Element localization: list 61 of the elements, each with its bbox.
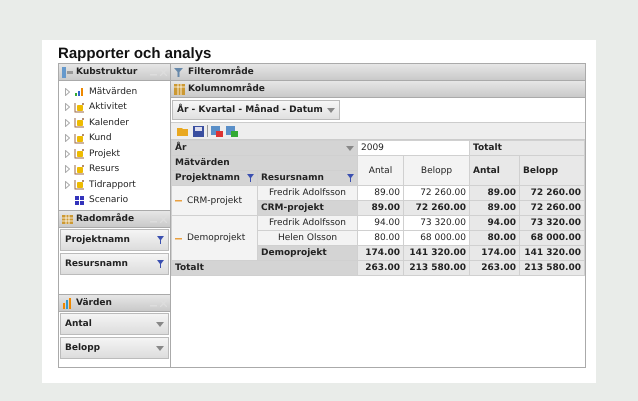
column-header: Antal xyxy=(470,156,520,186)
value-cell: 89.00 xyxy=(358,200,404,216)
column-header: Belopp xyxy=(404,156,470,186)
value-cell: 174.00 xyxy=(358,246,404,260)
column-header: Totalt xyxy=(470,140,584,156)
row-label: Helen Olsson xyxy=(258,230,358,246)
row-header[interactable]: Resursnamn xyxy=(258,170,358,186)
group-cell[interactable]: CRM-projekt xyxy=(172,186,258,216)
value-cell: 73 320.00 xyxy=(520,216,584,230)
value-field[interactable]: Belopp xyxy=(60,337,169,359)
value-cell: 73 320.00 xyxy=(404,216,470,230)
column-header[interactable]: År xyxy=(172,140,358,156)
value-cell: 263.00 xyxy=(358,260,404,276)
subtotal-label: CRM-projekt xyxy=(258,200,358,216)
row-field[interactable]: Projektnamn xyxy=(60,229,169,251)
subtotal-label: Demoprojekt xyxy=(258,246,358,260)
value-cell: 141 320.00 xyxy=(404,246,470,260)
row-label: Fredrik Adolfsson xyxy=(258,216,358,230)
row-field[interactable]: Resursnamn xyxy=(60,253,169,275)
value-cell: 89.00 xyxy=(358,186,404,200)
value-cell: 263.00 xyxy=(470,260,520,276)
page-title: Rapporter och analys xyxy=(58,45,212,63)
tree-item[interactable]: Aktivitet xyxy=(65,100,170,115)
tree-item[interactable]: Tidrapport xyxy=(65,177,170,192)
value-cell: 72 260.00 xyxy=(520,186,584,200)
tree-item[interactable]: Projekt xyxy=(65,146,170,162)
value-field[interactable]: Antal xyxy=(60,313,169,335)
panel-title: Kolumnområde xyxy=(188,84,266,94)
value-cell: 72 260.00 xyxy=(404,200,470,216)
value-cell: 213 580.00 xyxy=(404,260,470,276)
value-cell: 141 320.00 xyxy=(520,246,584,260)
tree-item[interactable]: Kalender xyxy=(65,115,170,130)
column-field[interactable]: År - Kvartal - Månad - Datum xyxy=(172,100,340,120)
value-cell: 213 580.00 xyxy=(520,260,584,276)
value-cell: 72 260.00 xyxy=(520,200,584,216)
panel-title: Värden xyxy=(76,298,113,308)
tree-item[interactable]: Scenario xyxy=(65,192,170,208)
panel-title: Kubstruktur xyxy=(76,67,138,77)
tree-item[interactable]: Kund xyxy=(65,130,170,146)
value-cell: 89.00 xyxy=(470,200,520,216)
column-header: Belopp xyxy=(520,156,584,186)
panel-title: Radområde xyxy=(76,214,136,224)
value-cell: 80.00 xyxy=(470,230,520,246)
column-header: Mätvärden xyxy=(172,156,358,170)
grand-total-label: Totalt xyxy=(172,260,358,276)
group-cell[interactable]: Demoprojekt xyxy=(172,216,258,260)
column-header: Antal xyxy=(358,156,404,186)
value-cell: 80.00 xyxy=(358,230,404,246)
value-cell: 68 000.00 xyxy=(520,230,584,246)
row-header[interactable]: Projektnamn xyxy=(172,170,258,186)
row-label: Fredrik Adolfsson xyxy=(258,186,358,200)
year-header[interactable]: 2009 xyxy=(358,140,470,156)
tree-item[interactable]: Resurs xyxy=(65,162,170,177)
value-cell: 94.00 xyxy=(470,216,520,230)
value-cell: 174.00 xyxy=(470,246,520,260)
panel-title: Filterområde xyxy=(188,67,255,77)
value-cell: 68 000.00 xyxy=(404,230,470,246)
value-cell: 89.00 xyxy=(470,186,520,200)
value-cell: 72 260.00 xyxy=(404,186,470,200)
tree-item[interactable]: Mätvärden xyxy=(65,84,170,100)
value-cell: 94.00 xyxy=(358,216,404,230)
